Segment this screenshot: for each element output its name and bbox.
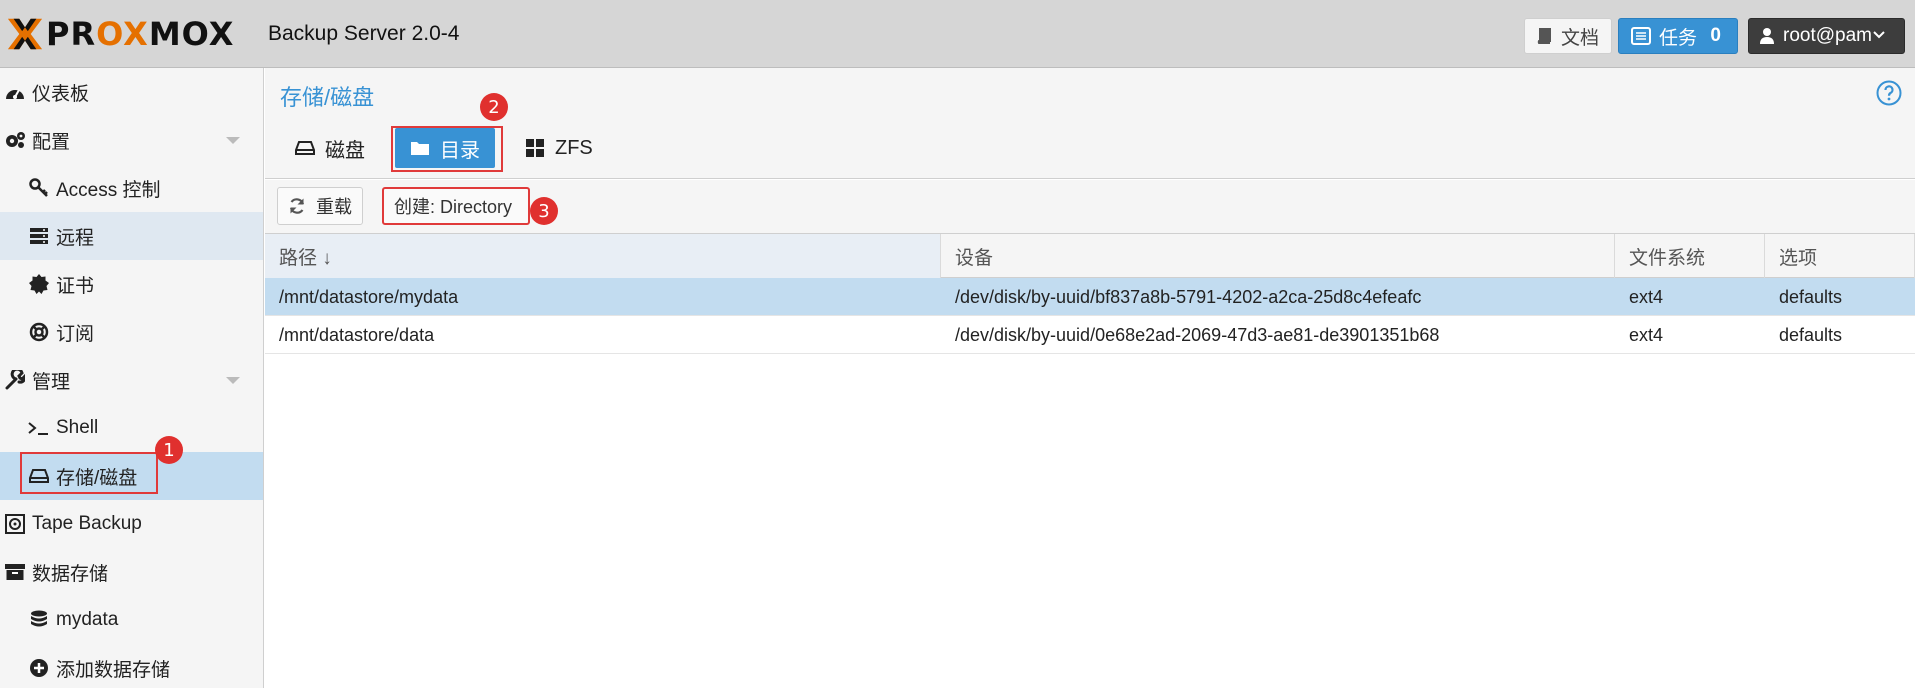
- folder-icon: [411, 142, 429, 155]
- column-header-device[interactable]: 设备: [941, 234, 1615, 278]
- sidebar-item-remotes[interactable]: 远程: [0, 212, 263, 260]
- wrench-icon: [4, 369, 26, 391]
- tasks-count-badge: 0: [1710, 25, 1721, 46]
- tab-zfs[interactable]: ZFS: [525, 128, 593, 168]
- sidebar-item-configuration[interactable]: 配置: [0, 116, 263, 164]
- tab-label: 目录: [440, 139, 480, 162]
- logo-wordmark: PROXMOX: [46, 15, 235, 53]
- support-icon: [28, 321, 50, 343]
- plus-circle-icon: [28, 657, 50, 679]
- sidebar-item-label: mydata: [56, 609, 119, 630]
- sidebar-item-dashboard[interactable]: 仪表板: [0, 68, 263, 116]
- cell-filesystem: ext4: [1629, 324, 1664, 345]
- sidebar-item-label: 数据存储: [32, 563, 109, 585]
- proxmox-logo: PROXMOX: [6, 14, 234, 54]
- docs-label: 文档: [1561, 27, 1600, 49]
- user-icon: [1760, 28, 1774, 44]
- sidebar-item-label: Tape Backup: [32, 513, 142, 534]
- create-label: 创建: Directory: [394, 197, 513, 217]
- sidebar-item-label: 证书: [56, 275, 95, 297]
- chevron-down-icon: [1873, 31, 1885, 39]
- sidebar: 仪表板 配置 Access 控制 远程 证书 订阅 管理 Shell 存储/磁盘…: [0, 68, 264, 688]
- column-header-options[interactable]: 选项: [1765, 234, 1915, 278]
- gears-icon: [4, 129, 26, 151]
- create-directory-button[interactable]: 创建: Directory: [382, 187, 530, 225]
- sidebar-item-label: 订阅: [56, 323, 95, 345]
- proxmox-x-icon: [7, 18, 43, 50]
- annotation-badge-1: 1: [155, 436, 183, 464]
- sidebar-item-label: 添加数据存储: [56, 659, 171, 681]
- sidebar-item-tape-backup[interactable]: Tape Backup: [0, 500, 263, 548]
- th-large-icon: [526, 139, 544, 157]
- tasks-button[interactable]: 任务 0: [1618, 18, 1738, 54]
- sidebar-item-label: 远程: [56, 227, 95, 249]
- archive-icon: [4, 561, 26, 583]
- caret-down-icon: [226, 137, 240, 144]
- top-bar: PROXMOX Backup Server 2.0-4 文档 任务 0 root…: [0, 0, 1915, 68]
- sidebar-item-certificates[interactable]: 证书: [0, 260, 263, 308]
- sidebar-item-datastore[interactable]: 数据存储: [0, 548, 263, 596]
- help-icon[interactable]: [1876, 80, 1902, 106]
- hdd-icon: [295, 141, 315, 155]
- page-title: 存储/磁盘: [280, 85, 375, 110]
- reload-label: 重载: [316, 197, 352, 217]
- column-header-path[interactable]: 路径 ↓: [265, 234, 941, 278]
- docs-button[interactable]: 文档: [1524, 18, 1612, 54]
- panel-header: 存储/磁盘 磁盘 目录 ZFS: [265, 68, 1915, 179]
- sidebar-item-label: 管理: [32, 371, 71, 393]
- product-version: Backup Server 2.0-4: [268, 22, 460, 45]
- annotation-badge-3: 3: [530, 197, 558, 225]
- sidebar-item-label: Access 控制: [56, 179, 161, 201]
- dashboard-icon: [4, 81, 26, 103]
- hdd-icon: [28, 465, 50, 487]
- cell-path: /mnt/datastore/mydata: [279, 286, 459, 307]
- tasks-label: 任务: [1659, 27, 1698, 49]
- book-icon: [1537, 28, 1551, 44]
- sidebar-item-label: Shell: [56, 417, 99, 438]
- cell-options: defaults: [1779, 286, 1843, 307]
- sidebar-item-shell[interactable]: Shell: [0, 404, 263, 452]
- sidebar-item-access-control[interactable]: Access 控制: [0, 164, 263, 212]
- table-row[interactable]: /mnt/datastore/data /dev/disk/by-uuid/0e…: [265, 316, 1915, 354]
- sidebar-item-label: 配置: [32, 131, 71, 153]
- main-panel: 存储/磁盘 磁盘 目录 ZFS 重载 创建: Directory 路径 ↓ 设备…: [265, 68, 1915, 688]
- server-icon: [28, 225, 50, 247]
- sidebar-item-mydata[interactable]: mydata: [0, 596, 263, 644]
- sidebar-item-label: 存储/磁盘: [56, 467, 138, 489]
- tab-label: ZFS: [555, 136, 593, 159]
- sidebar-item-storage-disks[interactable]: 存储/磁盘: [0, 452, 263, 500]
- cell-options: defaults: [1779, 324, 1843, 345]
- sidebar-item-add-datastore[interactable]: 添加数据存储: [0, 644, 263, 688]
- table-row[interactable]: /mnt/datastore/mydata /dev/disk/by-uuid/…: [265, 278, 1915, 316]
- user-menu-button[interactable]: root@pam: [1748, 18, 1905, 54]
- tape-icon: [4, 513, 26, 535]
- cell-device: /dev/disk/by-uuid/0e68e2ad-2069-47d3-ae8…: [955, 324, 1440, 345]
- user-label: root@pam: [1783, 25, 1872, 46]
- toolbar: 重载 创建: Directory: [265, 180, 1915, 234]
- sidebar-item-administration[interactable]: 管理: [0, 356, 263, 404]
- database-icon: [28, 609, 50, 631]
- certificate-icon: [28, 273, 50, 295]
- cell-path: /mnt/datastore/data: [279, 324, 435, 345]
- tab-label: 磁盘: [325, 139, 365, 162]
- caret-down-icon: [226, 377, 240, 384]
- reload-button[interactable]: 重载: [277, 187, 363, 225]
- terminal-icon: [28, 417, 50, 439]
- tab-disks[interactable]: 磁盘: [295, 128, 365, 168]
- column-header-filesystem[interactable]: 文件系统: [1615, 234, 1765, 278]
- tab-directory[interactable]: 目录: [395, 128, 495, 168]
- cell-filesystem: ext4: [1629, 286, 1664, 307]
- table-header: 路径 ↓ 设备 文件系统 选项: [265, 234, 1915, 278]
- list-alt-icon: [1631, 27, 1651, 45]
- refresh-icon: [289, 198, 305, 214]
- cell-device: /dev/disk/by-uuid/bf837a8b-5791-4202-a2c…: [955, 286, 1422, 307]
- sidebar-item-label: 仪表板: [32, 83, 90, 105]
- annotation-badge-2: 2: [480, 93, 508, 121]
- key-icon: [28, 177, 50, 199]
- sidebar-item-subscription[interactable]: 订阅: [0, 308, 263, 356]
